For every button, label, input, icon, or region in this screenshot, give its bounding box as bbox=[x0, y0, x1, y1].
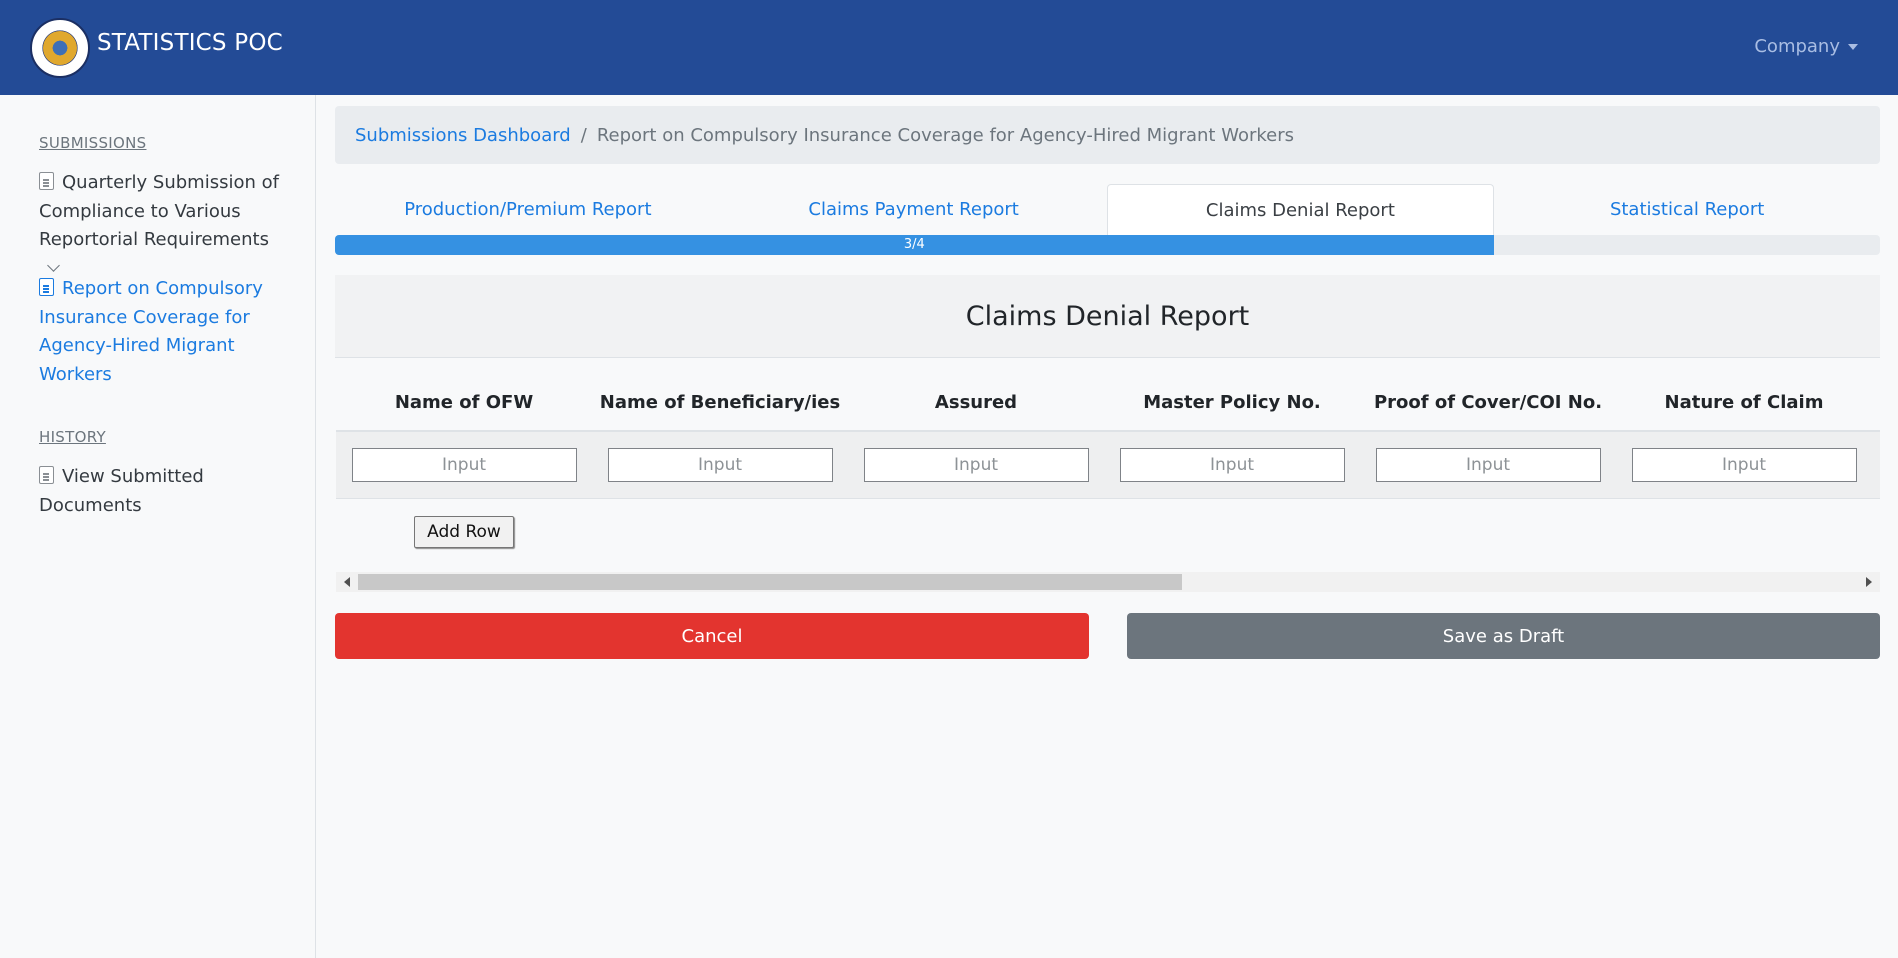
beneficiary-input[interactable] bbox=[607, 448, 833, 482]
document-icon bbox=[39, 466, 54, 484]
column-header: Proof of Cover/COI No. bbox=[1373, 391, 1603, 413]
sidebar-item-compulsory-insurance[interactable]: Report on Compulsory Insurance Coverage … bbox=[39, 275, 279, 389]
breadcrumb: Submissions Dashboard / Report on Compul… bbox=[335, 106, 1880, 164]
proof-of-cover-input[interactable] bbox=[1375, 448, 1601, 482]
add-row-button[interactable]: Add Row bbox=[414, 516, 514, 548]
save-as-draft-button[interactable]: Save as Draft bbox=[1127, 613, 1880, 659]
table-row bbox=[336, 432, 1880, 499]
progress-fill: 3/4 bbox=[335, 235, 1494, 255]
column-header: Nature of Claim bbox=[1664, 391, 1824, 413]
table-cell bbox=[848, 432, 1104, 498]
step-progress-bar: 3/4 bbox=[335, 235, 1880, 255]
tab-statistical[interactable]: Statistical Report bbox=[1494, 184, 1880, 235]
master-policy-input[interactable] bbox=[1119, 448, 1345, 482]
table-cell bbox=[592, 432, 848, 498]
horizontal-scrollbar[interactable] bbox=[336, 572, 1880, 592]
assured-input[interactable] bbox=[863, 448, 1089, 482]
top-navbar: STATISTICS POC Company bbox=[0, 0, 1898, 95]
sidebar-item-label: View Submitted Documents bbox=[39, 466, 204, 516]
tab-claims-payment[interactable]: Claims Payment Report bbox=[721, 184, 1107, 235]
sidebar-item-view-submitted[interactable]: View Submitted Documents bbox=[39, 463, 279, 520]
column-header: Name of Beneficiary/ies bbox=[599, 391, 841, 413]
name-of-ofw-input[interactable] bbox=[351, 448, 577, 482]
company-dropdown-label: Company bbox=[1754, 36, 1840, 57]
caret-down-icon bbox=[1848, 43, 1858, 50]
column-header: Name of OFW bbox=[394, 391, 534, 413]
tab-production-premium[interactable]: Production/Premium Report bbox=[335, 184, 721, 235]
tab-claims-denial[interactable]: Claims Denial Report bbox=[1106, 184, 1495, 235]
sidebar-item-label: Report on Compulsory Insurance Coverage … bbox=[39, 278, 263, 385]
scroll-left-arrow-icon[interactable] bbox=[336, 572, 358, 592]
breadcrumb-separator: / bbox=[580, 124, 587, 146]
column-header: Assured bbox=[934, 391, 1018, 413]
column-header: Master Policy No. bbox=[1143, 391, 1321, 413]
breadcrumb-current: Report on Compulsory Insurance Coverage … bbox=[596, 124, 1295, 146]
scroll-right-arrow-icon[interactable] bbox=[1858, 572, 1880, 592]
sidebar-item-label: Quarterly Submission of Compliance to Va… bbox=[39, 172, 279, 250]
sidebar-heading-history: HISTORY bbox=[39, 428, 106, 446]
scrollbar-thumb[interactable] bbox=[358, 574, 1182, 590]
company-dropdown[interactable]: Company bbox=[1754, 36, 1858, 57]
breadcrumb-link-dashboard[interactable]: Submissions Dashboard bbox=[355, 125, 571, 146]
sidebar-heading-submissions: SUBMISSIONS bbox=[39, 134, 147, 152]
document-icon bbox=[39, 172, 54, 190]
report-tabs: Production/Premium Report Claims Payment… bbox=[335, 184, 1880, 235]
cancel-button[interactable]: Cancel bbox=[335, 613, 1089, 659]
seal-logo-icon[interactable] bbox=[30, 18, 90, 78]
nature-of-claim-input[interactable] bbox=[1631, 448, 1857, 482]
table-cell bbox=[1104, 432, 1360, 498]
card-title: Claims Denial Report bbox=[335, 275, 1880, 358]
sidebar: SUBMISSIONS Quarterly Submission of Comp… bbox=[0, 95, 316, 958]
table-cell bbox=[336, 432, 592, 498]
sidebar-item-quarterly-submission[interactable]: Quarterly Submission of Compliance to Va… bbox=[39, 169, 279, 283]
app-title[interactable]: STATISTICS POC bbox=[97, 30, 283, 56]
document-icon bbox=[39, 278, 54, 296]
chevron-down-icon[interactable] bbox=[47, 258, 60, 272]
table-cell bbox=[1360, 432, 1616, 498]
table-cell bbox=[1616, 432, 1872, 498]
table-header: Name of OFW Name of Beneficiary/ies Assu… bbox=[336, 374, 1880, 432]
